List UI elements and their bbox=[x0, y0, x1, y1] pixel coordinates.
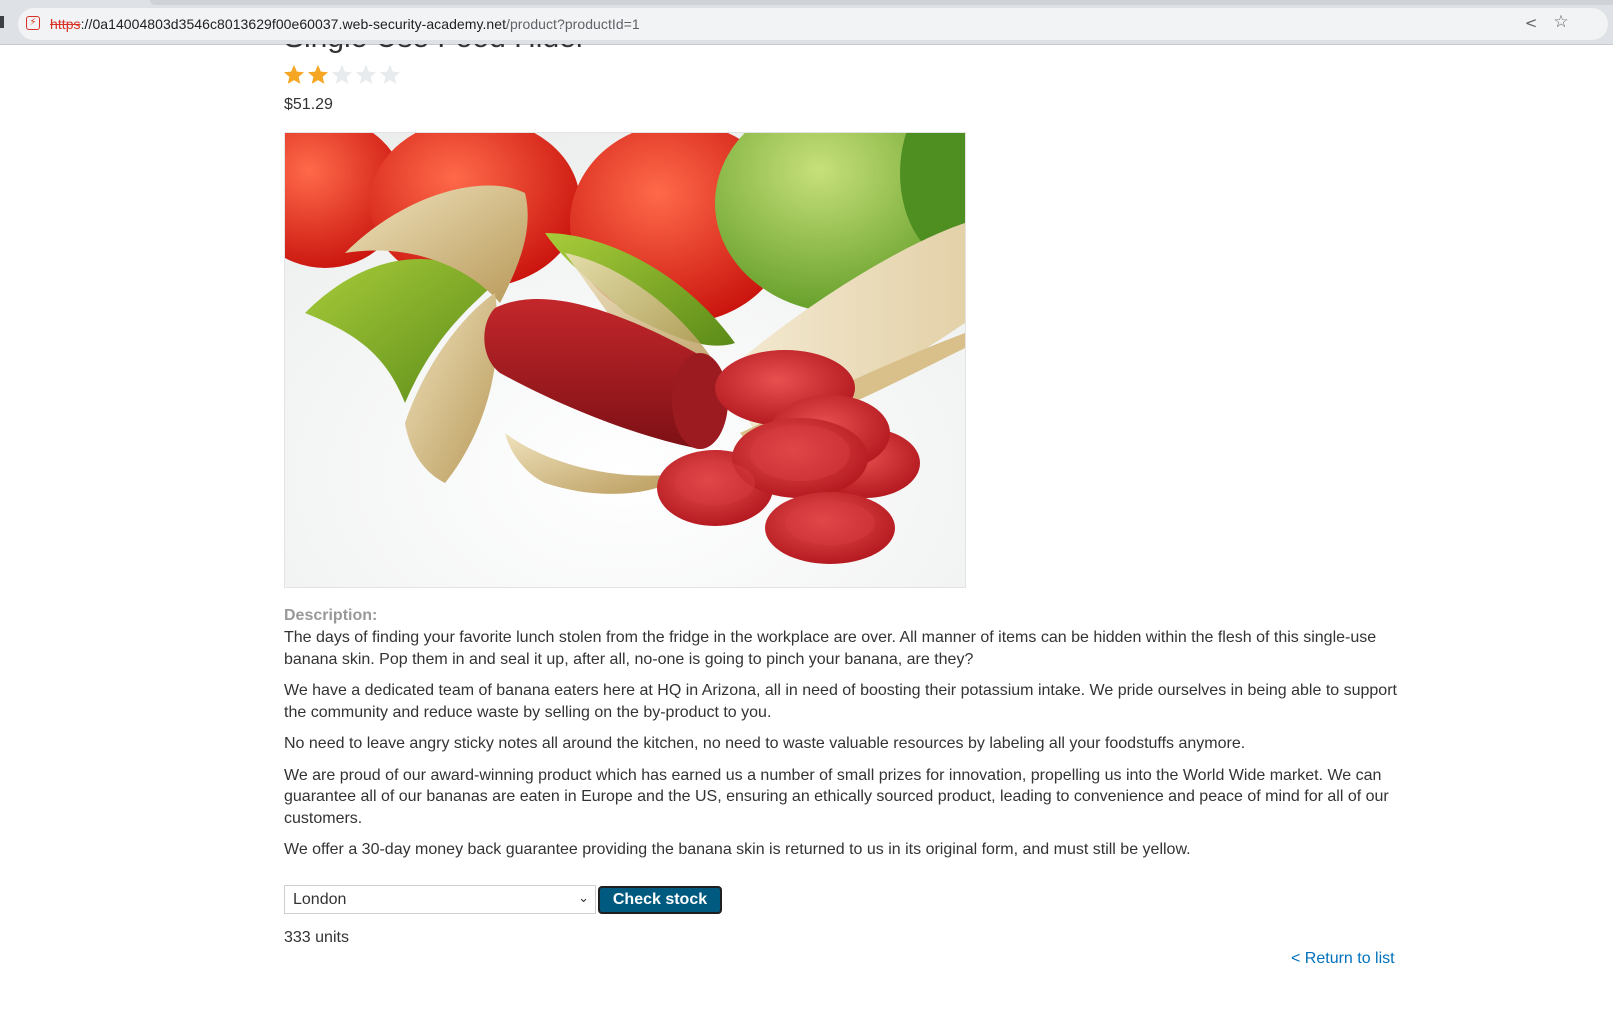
star-filled-icon bbox=[307, 64, 331, 86]
store-location-select[interactable]: London ⌄ bbox=[284, 885, 596, 914]
description-text: The days of finding your favorite lunch … bbox=[284, 627, 1409, 871]
description-paragraph: We have a dedicated team of banana eater… bbox=[284, 682, 1397, 721]
star-filled-icon bbox=[283, 64, 307, 86]
url-text[interactable]: https://0a14004803d3546c8013629f00e60037… bbox=[50, 15, 640, 33]
not-secure-icon[interactable]: ⚡ bbox=[26, 16, 40, 30]
star-empty-icon bbox=[355, 64, 379, 86]
chevron-down-icon: ⌄ bbox=[578, 891, 589, 906]
url-scheme: https bbox=[50, 16, 81, 32]
check-stock-button[interactable]: Check stock bbox=[598, 886, 722, 914]
share-icon[interactable]: < bbox=[1522, 14, 1540, 32]
window-edge bbox=[0, 16, 4, 28]
stock-result: 333 units bbox=[284, 929, 349, 946]
description-paragraph: We offer a 30-day money back guarantee p… bbox=[284, 841, 1191, 858]
description-paragraph: We are proud of our award-winning produc… bbox=[284, 766, 1389, 827]
description-label: Description: bbox=[284, 607, 378, 624]
product-price: $51.29 bbox=[284, 96, 333, 113]
product-image bbox=[284, 132, 966, 588]
star-empty-icon bbox=[379, 64, 403, 86]
description-paragraph: The days of finding your favorite lunch … bbox=[284, 629, 1377, 668]
tab-strip bbox=[150, 0, 1613, 5]
url-separator: :// bbox=[80, 16, 93, 32]
url-host: 0a14004803d3546c8013629f00e60037.web-sec… bbox=[92, 16, 507, 32]
return-to-list-link[interactable]: < Return to list bbox=[1291, 950, 1395, 968]
rating-stars bbox=[283, 64, 403, 88]
description-paragraph: No need to leave angry sticky notes all … bbox=[284, 735, 1246, 752]
product-title: Single Use Food Hider bbox=[284, 44, 586, 56]
selected-location: London bbox=[293, 891, 347, 908]
product-page: Single Use Food Hider $51.29 bbox=[0, 44, 1613, 1015]
browser-toolbar: ⚡ https://0a14004803d3546c8013629f00e600… bbox=[0, 0, 1613, 45]
star-empty-icon bbox=[331, 64, 355, 86]
bookmark-star-icon[interactable]: ☆ bbox=[1552, 13, 1570, 31]
url-path: /product?productId=1 bbox=[506, 16, 640, 32]
